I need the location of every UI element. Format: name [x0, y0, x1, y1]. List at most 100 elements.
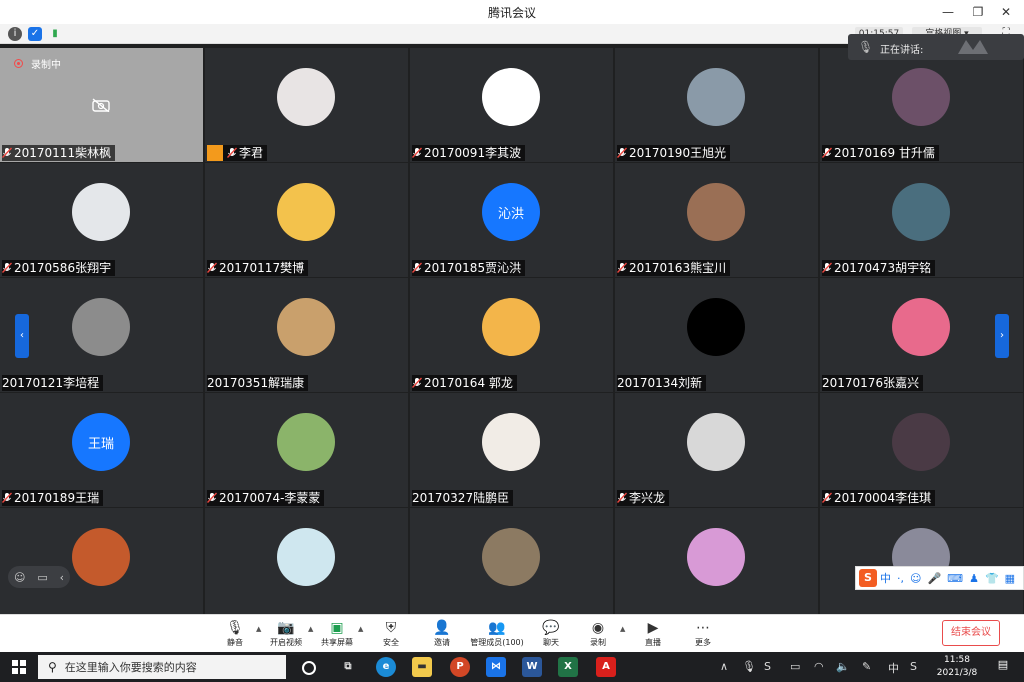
participant-tile[interactable]: 20170074-李蒙蒙: [205, 393, 408, 507]
tencent-meeting-icon[interactable]: ⋈: [486, 657, 506, 677]
page-next-button[interactable]: ›: [995, 314, 1009, 358]
participant-name-tag: 20170327陆鹏臣: [412, 490, 514, 506]
participant-name: 20170117樊博: [219, 261, 305, 275]
live-button[interactable]: ▶ 直播: [642, 619, 664, 651]
acrobat-icon[interactable]: A: [596, 657, 616, 677]
share-screen-button[interactable]: ▣ 共享屏幕: [320, 619, 354, 651]
record-icon: ◉: [591, 620, 605, 636]
participant-avatar: [482, 413, 540, 471]
participant-tile[interactable]: 录制中 20170111柴林枫: [0, 48, 203, 162]
participant-tile[interactable]: [410, 508, 613, 614]
excel-icon[interactable]: X: [558, 657, 578, 677]
participant-tile[interactable]: 20170134刘新: [615, 278, 818, 392]
manage-members-button[interactable]: 👥 管理成员(100): [470, 619, 524, 651]
punctuation-icon[interactable]: ·,: [897, 572, 904, 585]
skin-icon[interactable]: 👕: [985, 572, 999, 585]
word-icon[interactable]: W: [522, 657, 542, 677]
page-prev-button[interactable]: ‹: [15, 314, 29, 358]
more-button[interactable]: ⋯ 更多: [692, 619, 714, 651]
windows-taskbar: ⚲ 在这里输入你要搜索的内容 ⧉ e ▬ P ⋈ W X A ∧ 🎙 S ▭ ◠…: [0, 652, 1024, 682]
wifi-icon[interactable]: ◠: [814, 660, 824, 673]
participant-name: 20170111柴林枫: [14, 146, 112, 160]
taskbar-clock[interactable]: 11:58 2021/3/8: [932, 654, 982, 680]
tray-microphone-icon[interactable]: 🎙: [742, 660, 756, 673]
task-view-icon[interactable]: ⧉: [338, 657, 358, 677]
invite-button[interactable]: 👤 邀请: [430, 619, 454, 651]
quick-reaction-bar[interactable]: ☺ ▭ ‹: [8, 566, 70, 588]
participant-tile[interactable]: 李兴龙: [615, 393, 818, 507]
participant-tile[interactable]: 王瑞 20170189王瑞: [0, 393, 203, 507]
security-button[interactable]: ⛨ 安全: [380, 619, 402, 651]
notification-icon[interactable]: ▤: [994, 658, 1012, 676]
participant-tile[interactable]: [615, 508, 818, 614]
collapse-icon[interactable]: ‹: [60, 571, 64, 584]
participant-tile[interactable]: 20170169 甘升儒: [820, 48, 1023, 162]
participant-tile[interactable]: 李君: [205, 48, 408, 162]
participant-tile[interactable]: 20170163熊宝川: [615, 163, 818, 277]
participant-tile[interactable]: 20170004李佳琪: [820, 393, 1023, 507]
file-explorer-icon[interactable]: ▬: [412, 657, 432, 677]
record-button[interactable]: ◉ 录制: [586, 619, 610, 651]
taskbar-search[interactable]: ⚲ 在这里输入你要搜索的内容: [38, 655, 286, 679]
ime-language[interactable]: 中: [880, 570, 891, 586]
toolbox-icon[interactable]: ▦: [1005, 572, 1015, 585]
tray-sogou-icon[interactable]: S: [764, 660, 771, 673]
participant-tile[interactable]: 20170327陆鹏臣: [410, 393, 613, 507]
live-label: 直播: [645, 638, 661, 647]
close-button[interactable]: ✕: [994, 2, 1018, 22]
participant-tile[interactable]: 20170586张翔宇: [0, 163, 203, 277]
participant-avatar: [687, 413, 745, 471]
voice-icon[interactable]: 🎤: [927, 572, 941, 585]
participant-tile[interactable]: 20170176张嘉兴: [820, 278, 1023, 392]
mute-button[interactable]: 🎙 静音: [222, 619, 248, 651]
video-options-icon[interactable]: ▲: [308, 625, 313, 633]
participant-tile[interactable]: [205, 508, 408, 614]
chat-button[interactable]: 💬 聊天: [540, 619, 562, 651]
participant-tile[interactable]: 20170117樊博: [205, 163, 408, 277]
tray-ime-label[interactable]: 中: [888, 660, 899, 676]
battery-icon[interactable]: ▭: [790, 660, 800, 673]
keyboard-icon[interactable]: ⌨: [947, 572, 963, 585]
minimize-button[interactable]: —: [936, 2, 960, 22]
participant-name-tag: 20170134刘新: [617, 375, 707, 391]
cortana-icon[interactable]: [302, 661, 316, 675]
audio-options-icon[interactable]: ▲: [256, 625, 261, 633]
windows-start-icon[interactable]: [12, 660, 26, 674]
emoji-icon[interactable]: ☺: [910, 572, 921, 585]
emoji-icon[interactable]: ☺: [14, 571, 25, 584]
info-icon[interactable]: i: [8, 27, 22, 41]
participant-name-tag: 20170473胡宇铭: [822, 260, 936, 276]
participant-tile[interactable]: 20170190王旭光: [615, 48, 818, 162]
participant-tile[interactable]: 20170351解瑞康: [205, 278, 408, 392]
participant-name-tag: 20170074-李蒙蒙: [207, 490, 325, 506]
edge-icon[interactable]: e: [376, 657, 396, 677]
participant-tile[interactable]: 20170091李其波: [410, 48, 613, 162]
participant-tile[interactable]: 20170164 郭龙: [410, 278, 613, 392]
participant-tile[interactable]: [820, 508, 1023, 614]
participant-name-tag: 20170111柴林枫: [2, 145, 116, 161]
end-meeting-button[interactable]: 结束会议: [942, 620, 1000, 646]
participant-name-tag: 20170189王瑞: [2, 490, 104, 506]
participant-tile[interactable]: 20170121李培程: [0, 278, 203, 392]
start-video-button[interactable]: 📷 开启视频: [268, 619, 304, 651]
participant-name-tag: 20170117樊博: [207, 260, 309, 276]
signal-icon[interactable]: ▮: [48, 27, 62, 41]
volume-icon[interactable]: 🔈: [836, 660, 850, 673]
pen-icon[interactable]: ✎: [862, 660, 871, 673]
powerpoint-icon[interactable]: P: [450, 657, 470, 677]
record-options-icon[interactable]: ▲: [620, 625, 625, 633]
participant-tile[interactable]: [0, 508, 203, 614]
ime-toolbar[interactable]: S 中 ·, ☺ 🎤 ⌨ ♟ 👕 ▦: [855, 566, 1024, 590]
share-options-icon[interactable]: ▲: [358, 625, 363, 633]
tray-sogou-s-icon[interactable]: S: [910, 660, 917, 673]
participant-avatar: [277, 183, 335, 241]
participant-tile[interactable]: 20170473胡宇铭: [820, 163, 1023, 277]
participant-tile[interactable]: 沁洪 20170185贾沁洪: [410, 163, 613, 277]
shield-icon[interactable]: ✓: [28, 27, 42, 41]
maximize-button[interactable]: ❐: [966, 2, 990, 22]
security-label: 安全: [383, 638, 399, 647]
title-bar: 腾讯会议 — ❐ ✕: [0, 0, 1024, 24]
tray-overflow-icon[interactable]: ∧: [720, 660, 728, 673]
message-icon[interactable]: ▭: [37, 571, 47, 584]
user-icon[interactable]: ♟: [969, 572, 979, 585]
